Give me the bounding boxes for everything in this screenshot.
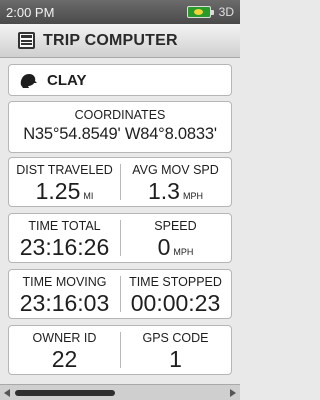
data-field-owner-id[interactable]: OWNER ID 22 [9, 326, 120, 374]
data-field-avg-mov-spd[interactable]: AVG MOV SPD 1.3 MPH [120, 158, 231, 206]
profile-selector[interactable]: CLAY [8, 64, 232, 96]
field-unit: MI [83, 191, 94, 201]
field-label: TIME STOPPED [129, 275, 222, 289]
view-mode-indicator[interactable]: 3D [219, 5, 234, 19]
field-label: GPS CODE [142, 331, 209, 345]
data-field-gps-code[interactable]: GPS CODE 1 [120, 326, 231, 374]
field-value: 23:16:26 [19, 234, 110, 260]
data-field-time-total[interactable]: TIME TOTAL 23:16:26 [9, 214, 120, 262]
clock-time: 2:00 PM [6, 4, 55, 20]
coordinates-label: COORDINATES [74, 108, 166, 122]
coordinates-value: N35°54.8549' W84°8.0833' [23, 125, 217, 143]
data-row: OWNER ID 22 GPS CODE 1 [8, 325, 232, 375]
scroll-thumb[interactable] [15, 390, 115, 396]
field-value: 23:16:03 [19, 290, 110, 316]
data-field-speed[interactable]: SPEED 0 MPH [120, 214, 231, 262]
scroll-right-arrow-icon[interactable] [230, 389, 236, 397]
page-title: TRIP COMPUTER [43, 31, 178, 49]
profile-name: CLAY [47, 71, 87, 89]
field-value: 22 [51, 346, 78, 372]
field-label: SPEED [154, 219, 197, 233]
field-value: 1.25 [35, 178, 81, 204]
data-row: DIST TRAVELED 1.25 MI AVG MOV SPD 1.3 MPH [8, 157, 232, 207]
battery-icon [186, 6, 214, 18]
field-value: 0 [157, 234, 171, 260]
status-bar: 2:00 PM 3D [0, 0, 240, 24]
field-unit: MPH [173, 247, 194, 257]
trip-computer-icon [18, 32, 35, 49]
data-row: TIME MOVING 23:16:03 TIME STOPPED 00:00:… [8, 269, 232, 319]
data-field-time-stopped[interactable]: TIME STOPPED 00:00:23 [120, 270, 231, 318]
person-profile-icon [20, 74, 37, 88]
field-label: AVG MOV SPD [132, 163, 219, 177]
coordinates-field[interactable]: COORDINATES N35°54.8549' W84°8.0833' [8, 101, 232, 153]
field-value: 1.3 [148, 178, 180, 204]
field-value: 00:00:23 [130, 290, 221, 316]
data-field-dist-traveled[interactable]: DIST TRAVELED 1.25 MI [9, 158, 120, 206]
field-unit: MPH [182, 191, 203, 201]
field-label: DIST TRAVELED [16, 163, 113, 177]
field-label: OWNER ID [32, 331, 97, 345]
scroll-left-arrow-icon[interactable] [4, 389, 10, 397]
field-value: 1 [169, 346, 182, 372]
horizontal-scrollbar[interactable] [0, 384, 240, 400]
field-label: TIME TOTAL [28, 219, 101, 233]
data-row: TIME TOTAL 23:16:26 SPEED 0 MPH [8, 213, 232, 263]
data-field-time-moving[interactable]: TIME MOVING 23:16:03 [9, 270, 120, 318]
field-label: TIME MOVING [22, 275, 107, 289]
title-bar: TRIP COMPUTER [0, 24, 240, 58]
